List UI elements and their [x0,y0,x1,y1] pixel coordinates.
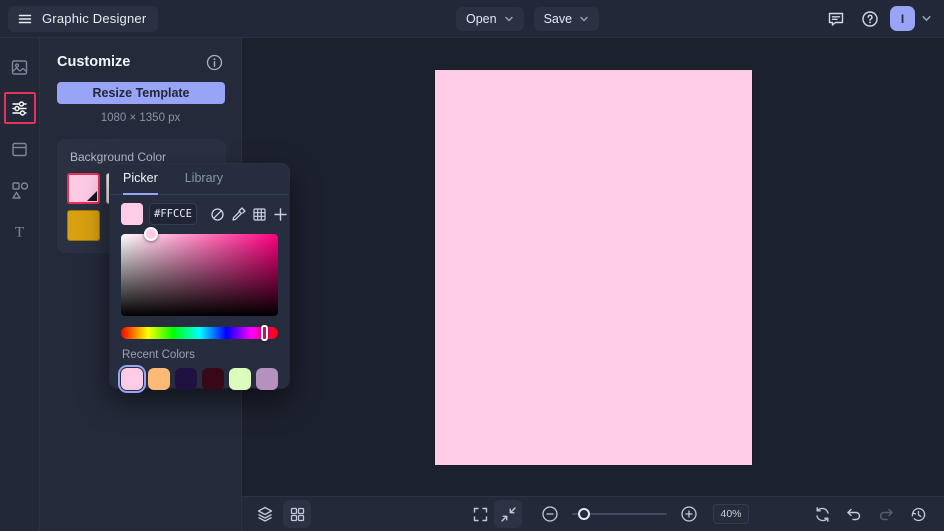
hex-color-input[interactable] [149,203,197,225]
tab-library[interactable]: Library [185,171,223,195]
no-color-button[interactable] [208,203,226,225]
save-button-label: Save [543,12,573,26]
layout-icon [10,140,29,159]
recent-color-swatch[interactable] [175,368,197,390]
text-icon: T [10,222,29,241]
help-button[interactable] [856,5,884,33]
zoom-level-input[interactable] [713,504,749,524]
layers-button[interactable] [251,500,279,528]
sidebar-item-layouts[interactable] [4,133,36,165]
pages-button[interactable] [283,500,311,528]
info-button[interactable] [206,53,224,71]
background-color-label: Background Color [70,150,167,164]
palette-grid-button[interactable] [250,203,268,225]
refresh-button[interactable] [808,500,836,528]
chevron-down-icon [504,14,514,24]
sidebar-item-photos[interactable] [4,51,36,83]
fullscreen-icon [472,506,489,523]
tab-picker[interactable]: Picker [123,171,158,195]
zoom-slider-handle[interactable] [578,508,590,520]
feedback-button[interactable] [822,5,850,33]
recent-color-swatch[interactable] [229,368,251,390]
no-color-icon [210,207,225,222]
comment-icon [827,10,845,28]
main-menu-button[interactable]: Graphic Designer [8,5,159,32]
chevron-down-icon [579,14,589,24]
hue-handle[interactable] [260,325,268,341]
save-button[interactable]: Save [533,7,600,31]
plus-icon [273,207,288,222]
svg-text:T: T [15,224,24,240]
fit-screen-button[interactable] [494,500,522,528]
undo-icon [845,505,863,523]
pages-grid-icon [289,506,306,523]
current-color-swatch[interactable] [121,203,143,225]
add-color-button[interactable] [271,203,289,225]
open-button-label: Open [466,12,497,26]
saturation-value-gradient[interactable] [121,227,278,316]
sidebar-item-customize[interactable] [3,92,36,124]
recent-color-swatch[interactable] [202,368,224,390]
history-icon [910,506,927,523]
recent-color-swatch[interactable] [148,368,170,390]
fit-screen-icon [500,506,517,523]
redo-icon [877,505,895,523]
background-swatch[interactable] [67,173,100,204]
image-icon [10,58,29,77]
menu-icon [17,11,33,27]
zoom-in-button[interactable] [675,500,703,528]
zoom-out-icon [541,505,559,523]
eyedropper-button[interactable] [229,203,247,225]
hue-slider[interactable] [121,325,278,341]
redo-button[interactable] [872,500,900,528]
color-picker-popup: Picker Library #FFCCE5 Recent Colors [110,164,289,390]
zoom-out-button[interactable] [536,500,564,528]
background-swatch[interactable] [67,210,100,241]
open-button[interactable]: Open [456,7,524,31]
top-bar: Graphic Designer Open Save I [0,0,944,38]
shapes-icon [10,180,30,200]
recent-colors-label: Recent Colors [122,349,195,361]
refresh-icon [814,506,831,523]
color-picker-tabs: Picker Library [110,164,289,195]
recent-color-swatch[interactable] [256,368,278,390]
bottom-bar [242,496,944,531]
info-icon [206,54,224,71]
resize-template-button[interactable]: Resize Template [57,82,225,104]
sidebar-item-text[interactable]: T [4,215,36,247]
panel-title: Customize [57,54,131,70]
design-canvas[interactable] [434,69,752,465]
palette-grid-icon [252,207,267,222]
recent-color-swatch[interactable] [121,368,143,390]
workspace [242,38,944,496]
app-title: Graphic Designer [42,11,147,26]
undo-button[interactable] [840,500,868,528]
avatar[interactable]: I [890,6,915,31]
fullscreen-button[interactable] [466,500,494,528]
account-chevron-down-icon[interactable] [921,13,932,24]
history-button[interactable] [904,500,932,528]
zoom-in-icon [680,505,698,523]
template-size-label: 1080 × 1350 px [100,112,181,124]
recent-colors-row [121,368,278,390]
sidebar-item-elements[interactable] [4,174,36,206]
eyedropper-icon [231,206,246,222]
sliders-icon [10,99,29,118]
zoom-slider[interactable] [572,504,667,524]
saturation-handle[interactable] [144,227,158,241]
layers-icon [256,505,274,523]
help-icon [861,10,879,28]
sidebar-rail: T [0,38,40,531]
